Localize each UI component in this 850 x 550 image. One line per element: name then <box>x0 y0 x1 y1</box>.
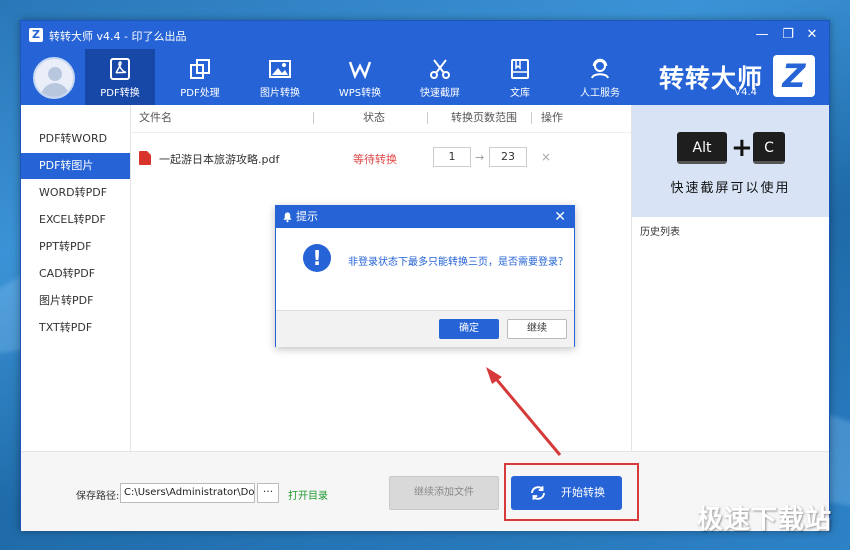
sidebar-item-cad-to-pdf[interactable]: CAD转PDF <box>21 261 130 287</box>
nav-pdf-process[interactable]: PDF处理 <box>165 49 235 105</box>
add-files-button[interactable]: 继续添加文件 <box>389 476 499 510</box>
nav-library[interactable]: 文库 <box>485 49 555 105</box>
dialog-title-bar: 提示 ✕ <box>276 206 574 228</box>
dialog-title: 提示 <box>296 210 318 223</box>
nav-label: WPS转换 <box>338 88 382 99</box>
column-header-page-range: 转换页数范围 <box>451 111 517 124</box>
c-key: C <box>753 132 785 164</box>
brand-logo: 转转大师 V4.4 Z <box>645 53 815 101</box>
sidebar: PDF转WORD PDF转图片 WORD转PDF EXCEL转PDF PPT转P… <box>21 105 131 451</box>
start-convert-label: 开始转换 <box>561 486 605 499</box>
nav-label: 文库 <box>510 88 530 99</box>
remove-file-button[interactable]: × <box>541 150 551 164</box>
status-text: 等待转换 <box>353 153 397 166</box>
close-button[interactable]: ✕ <box>801 26 823 44</box>
nav-label: 人工服务 <box>580 88 620 99</box>
pdf-file-icon <box>139 151 151 165</box>
page-to-input[interactable]: 23 <box>489 147 527 167</box>
pdf-process-icon <box>190 59 210 79</box>
nav-label: 快速截屏 <box>420 88 460 99</box>
nav-label: PDF处理 <box>180 88 220 99</box>
range-arrow-icon: → <box>475 151 485 164</box>
sidebar-item-txt-to-pdf[interactable]: TXT转PDF <box>21 315 130 341</box>
scissors-icon <box>430 59 450 79</box>
screenshot-promo[interactable]: Alt + C 快速截屏可以使用 <box>632 105 829 217</box>
minimize-button[interactable]: — <box>751 26 773 44</box>
column-header-filename: 文件名 <box>139 111 172 124</box>
nav-support[interactable]: 人工服务 <box>565 49 635 105</box>
sidebar-item-excel-to-pdf[interactable]: EXCEL转PDF <box>21 207 130 233</box>
sidebar-item-image-to-pdf[interactable]: 图片转PDF <box>21 288 130 314</box>
window-title: 转转大师 v4.4 - 印了么出品 <box>49 30 187 43</box>
dialog-ok-button[interactable]: 确定 <box>439 319 499 339</box>
dialog-footer: 确定 继续 <box>276 310 574 347</box>
watermark: 极速下载站 <box>696 505 832 535</box>
alt-key: Alt <box>677 132 727 164</box>
nav-label: PDF转换 <box>100 88 140 99</box>
pdf-icon <box>110 58 130 80</box>
save-path-label: 保存路径: <box>76 491 120 502</box>
login-prompt-dialog: 提示 ✕ ! 非登录状态下最多只能转换三页，是否需要登录？ 确定 继续 <box>275 205 575 347</box>
title-bar: Z 转转大师 v4.4 - 印了么出品 — ❐ ✕ <box>21 21 829 49</box>
page-from-input[interactable]: 1 <box>433 147 471 167</box>
nav-wps-convert[interactable]: WPS转换 <box>325 49 395 105</box>
sidebar-item-word-to-pdf[interactable]: WORD转PDF <box>21 180 130 206</box>
nav-image-convert[interactable]: 图片转换 <box>245 49 315 105</box>
dialog-message: 非登录状态下最多只能转换三页，是否需要登录？ <box>348 257 568 268</box>
app-logo-icon: Z <box>29 28 43 42</box>
save-path-input[interactable]: C:\Users\Administrator\Documents <box>120 483 255 503</box>
column-header-status: 状态 <box>363 111 385 124</box>
plus-sign: + <box>731 133 753 163</box>
library-icon <box>511 59 529 79</box>
history-title: 历史列表 <box>640 227 680 238</box>
column-header-action: 操作 <box>541 111 563 124</box>
sidebar-item-ppt-to-pdf[interactable]: PPT转PDF <box>21 234 130 260</box>
file-name: 一起游日本旅游攻略.pdf <box>159 153 280 166</box>
right-panel: Alt + C 快速截屏可以使用 历史列表 <box>631 105 829 451</box>
alert-icon: ! <box>303 244 331 272</box>
browse-button[interactable]: ··· <box>257 483 279 503</box>
support-icon <box>591 58 609 79</box>
nav-pdf-convert[interactable]: PDF转换 <box>85 49 155 105</box>
bell-icon <box>283 212 292 223</box>
start-convert-button[interactable]: 开始转换 <box>511 476 622 510</box>
dialog-continue-button[interactable]: 继续 <box>507 319 567 339</box>
nav-label: 图片转换 <box>260 88 300 99</box>
brand-z-icon: Z <box>773 55 815 97</box>
main-toolbar: PDF转换 PDF处理 图片转换 WPS转换 快速截屏 文库 人工服务 转转大师 <box>21 49 829 105</box>
open-directory-link[interactable]: 打开目录 <box>288 487 328 502</box>
promo-text: 快速截屏可以使用 <box>670 181 791 196</box>
start-button-highlight: 开始转换 <box>504 463 639 521</box>
wps-icon <box>348 61 372 80</box>
sidebar-item-pdf-to-image[interactable]: PDF转图片 <box>21 153 130 179</box>
refresh-icon <box>531 486 545 500</box>
brand-version: V4.4 <box>734 87 757 98</box>
image-icon <box>269 60 291 78</box>
nav-screenshot[interactable]: 快速截屏 <box>405 49 475 105</box>
restore-button[interactable]: ❐ <box>777 26 799 44</box>
user-avatar[interactable] <box>33 57 75 99</box>
dialog-close-button[interactable]: ✕ <box>554 206 566 228</box>
sidebar-item-pdf-to-word[interactable]: PDF转WORD <box>21 126 130 152</box>
